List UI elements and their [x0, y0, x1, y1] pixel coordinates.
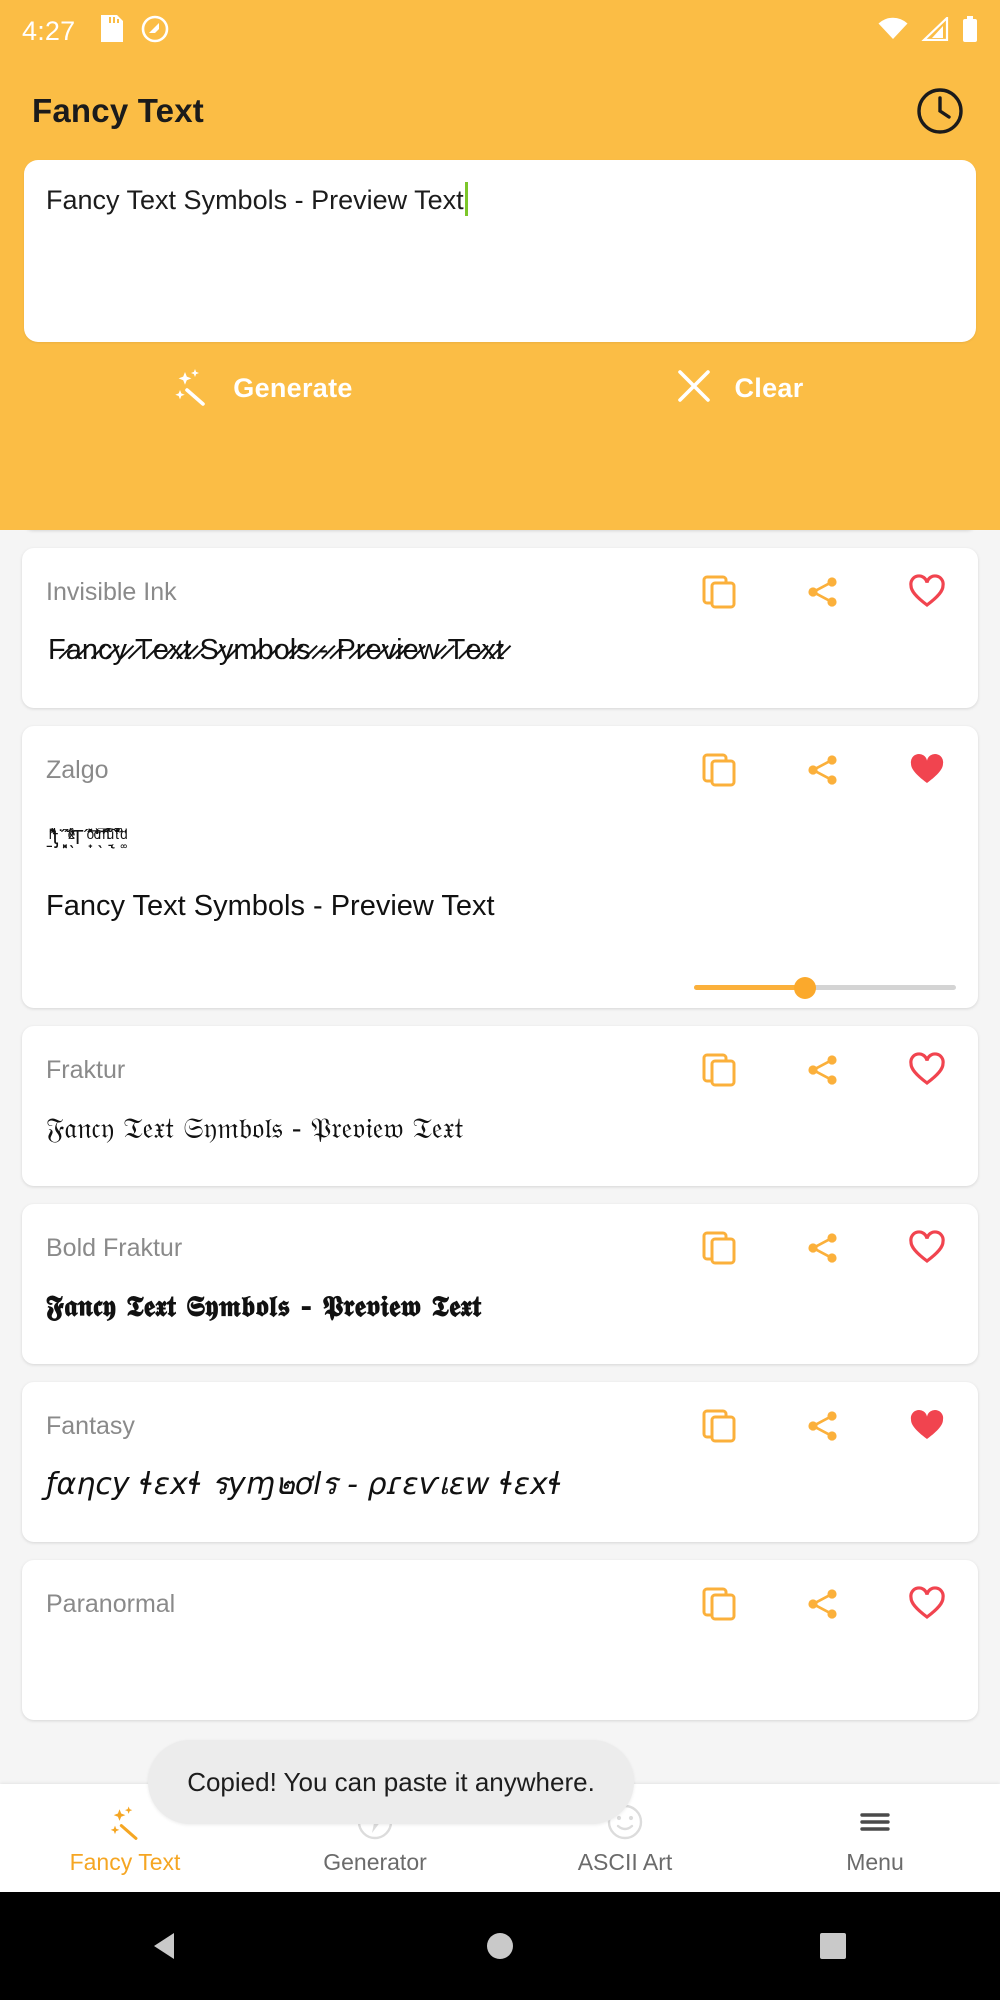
clear-button-label: Clear	[734, 373, 803, 404]
app-bar: Fancy Text	[0, 62, 1000, 160]
text-cursor	[465, 182, 468, 216]
style-sample-text: 𝔉𝔞𝔫𝔠𝔶 𝔗𝔢𝔵𝔱 𝔖𝔶𝔪𝔟𝔬𝔩𝔰 - 𝔓𝔯𝔢𝔳𝔦𝔢𝔴 𝔗𝔢𝔵𝔱	[46, 1112, 954, 1145]
style-name: Fantasy	[46, 1412, 135, 1441]
share-icon[interactable]	[802, 1583, 844, 1625]
copy-icon[interactable]	[698, 749, 740, 791]
heart-filled-icon[interactable]	[906, 1405, 948, 1447]
copy-icon[interactable]	[698, 1227, 740, 1269]
share-icon[interactable]	[802, 1405, 844, 1447]
copy-icon[interactable]	[698, 571, 740, 613]
style-sample-text: 𝕱𝖆𝖓𝖈𝖞 𝕿𝖊𝖝𝖙 𝕾𝖞𝖒𝖇𝖔𝖑𝖘 - 𝕻𝖗𝖊𝖛𝖎𝖊𝖜 𝕿𝖊𝖝𝖙	[46, 1290, 954, 1323]
hamburger-menu-icon	[855, 1800, 895, 1842]
page-title: Fancy Text	[32, 92, 204, 130]
heart-outline-icon[interactable]	[906, 1227, 948, 1269]
share-icon[interactable]	[802, 1049, 844, 1091]
copy-icon[interactable]	[698, 1049, 740, 1091]
nav-item-menu[interactable]: Menu	[750, 1784, 1000, 1892]
list-item[interactable]: Fraktur 𝔉𝔞𝔫𝔠𝔶 𝔗𝔢𝔵𝔱 𝔖𝔶𝔪𝔟𝔬𝔩𝔰 - 𝔓𝔯𝔢𝔳𝔦	[22, 1026, 978, 1186]
copy-icon[interactable]	[698, 1583, 740, 1625]
text-input-field[interactable]: Fancy Text Symbols - Preview Text	[24, 160, 976, 342]
back-triangle-icon[interactable]	[107, 1892, 227, 2000]
list-item[interactable]: Invisible Ink F̷a̷n̷c̷y̷ ̷T̷e̷x̷t̷ ̷S̷y̷…	[22, 548, 978, 708]
generate-button[interactable]: Generate	[22, 342, 500, 434]
list-item[interactable]: Zalgo ˍ̛̑ͪ͐͛̾ƫͬ˙͈͓̋ˇ̖͗ͯ̊ͤƬ˝̟ͦ̽̎̇ˉͨ̒̕͝ˎ̿͡…	[22, 726, 978, 1008]
copy-icon[interactable]	[698, 1405, 740, 1447]
style-name: Zalgo	[46, 756, 109, 785]
list-item[interactable]: Bold Fraktur 𝕱𝖆𝖓𝖈𝖞 𝕿𝖊𝖝𝖙 𝕾𝖞𝖒𝖇𝖔𝖑𝖘 - 𝕻𝖗�	[22, 1204, 978, 1364]
nav-label: Fancy Text	[70, 1849, 181, 1876]
clear-button[interactable]: Clear	[500, 342, 978, 434]
slider-fill	[694, 985, 804, 990]
style-name: Bold Fraktur	[46, 1234, 182, 1263]
status-bar: 4:27	[0, 0, 1000, 62]
nav-label: ASCII Art	[578, 1849, 673, 1876]
generate-button-label: Generate	[233, 373, 352, 404]
nav-label: Generator	[323, 1849, 427, 1876]
style-sample-text: F̷a̷n̷c̷y̷ ̷T̷e̷x̷t̷ ̷S̷y̷m̷b̷o̷l̷s̷ ̷-̷…	[48, 634, 956, 667]
android-system-navigation	[0, 1892, 1000, 2000]
list-item[interactable]: Fantasy ƒαηcy ɬεxɬ รyɱ๒ơlร - ρɾεѵเεw ɬεx…	[22, 1382, 978, 1542]
zalgo-intensity-slider[interactable]	[694, 972, 956, 1002]
heart-outline-icon[interactable]	[906, 571, 948, 613]
screenshot-capture-icon	[141, 15, 169, 48]
nav-label: Menu	[846, 1849, 904, 1876]
clock-history-icon[interactable]	[912, 83, 968, 139]
sd-card-icon	[101, 15, 123, 47]
recents-square-icon[interactable]	[773, 1892, 893, 2000]
status-bar-clock: 4:27	[22, 16, 75, 47]
magic-wand-sparkle-icon	[169, 364, 213, 413]
toast-message: Copied! You can paste it anywhere.	[187, 1767, 595, 1798]
style-sample-text: ƒαηcy ɬεxɬ รyɱ๒ơlร - ρɾεѵเεw ɬεxɬ	[46, 1468, 954, 1503]
action-button-row: Generate Clear	[0, 342, 1000, 434]
app-header: 4:27 Fancy	[0, 0, 1000, 530]
share-icon[interactable]	[802, 1227, 844, 1269]
battery-icon	[962, 16, 978, 47]
close-x-icon	[674, 366, 714, 411]
style-name: Paranormal	[46, 1590, 175, 1619]
style-name: Invisible Ink	[46, 578, 177, 607]
magic-wand-sparkle-icon	[105, 1800, 145, 1842]
heart-outline-icon[interactable]	[906, 1049, 948, 1091]
cellular-signal-icon	[921, 17, 949, 46]
zalgo-diacritic-overlay: ˍ̛̑ͪ͐͛̾ƫͬ˙͈͓̋ˇ̖͗ͯ̊ͤƬ˝̟ͦ̽̎̇ˉͨ̒̕͝ˎ̿ͫ̓͡˘͉ͧ̌…	[46, 828, 954, 948]
style-card-list[interactable]: Invisible Ink F̷a̷n̷c̷y̷ ̷T̷e̷x̷t̷ ̷S̷y̷…	[0, 530, 1000, 1792]
list-item[interactable]: Paranormal	[22, 1560, 978, 1720]
style-sample-text: Fancy Text Symbols - Preview Text	[46, 890, 954, 923]
home-circle-icon[interactable]	[440, 1892, 560, 2000]
app-screen: 4:27 Fancy	[0, 0, 1000, 2000]
heart-filled-icon[interactable]	[906, 749, 948, 791]
share-icon[interactable]	[802, 571, 844, 613]
slider-thumb[interactable]	[794, 977, 816, 999]
heart-outline-icon[interactable]	[906, 1583, 948, 1625]
style-name: Fraktur	[46, 1056, 125, 1085]
copy-toast: Copied! You can paste it anywhere.	[148, 1740, 634, 1824]
wifi-icon	[878, 17, 908, 46]
input-container: Fancy Text Symbols - Preview Text	[0, 160, 1000, 342]
text-input-value: Fancy Text Symbols - Preview Text	[46, 185, 464, 215]
share-icon[interactable]	[802, 749, 844, 791]
